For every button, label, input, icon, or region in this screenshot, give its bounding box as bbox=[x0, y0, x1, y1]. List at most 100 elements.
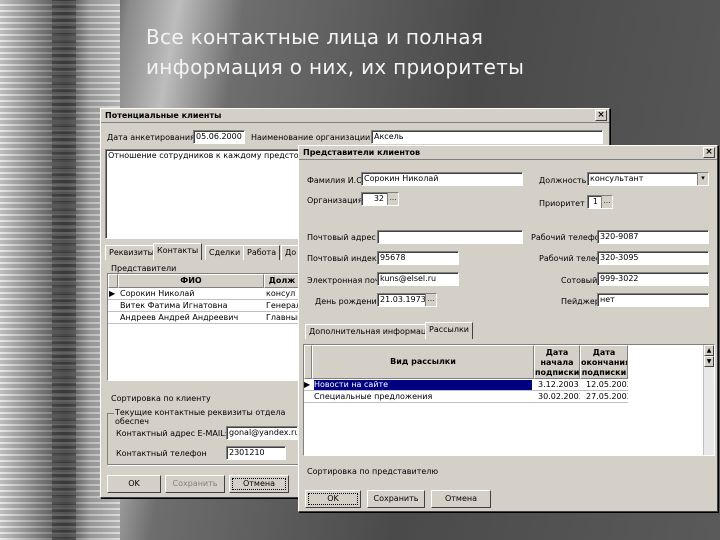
front-cancel-button[interactable]: Отмена bbox=[431, 490, 491, 508]
postal-address-label: Почтовый адрес bbox=[307, 233, 376, 242]
row-position: консул bbox=[266, 289, 296, 298]
birthday-value: 21.03.1973 bbox=[380, 295, 426, 304]
ellipsis-icon[interactable]: … bbox=[601, 196, 612, 208]
pager-field[interactable]: нет bbox=[597, 293, 709, 307]
close-icon[interactable]: × bbox=[703, 147, 715, 158]
birthday-field[interactable]: 21.03.1973… bbox=[377, 293, 437, 307]
representatives-titlebar: Представители клиентов × bbox=[299, 146, 717, 160]
back-ok-label: OK bbox=[128, 479, 140, 488]
column-header-end-date[interactable]: Дата окончания подписки bbox=[580, 345, 628, 379]
representatives-grid[interactable]: ФИО Долж ▶ Сорокин Николай консул Витек … bbox=[107, 273, 301, 381]
contact-requisites-group-title: Текущие контактные реквизиты отдела обес… bbox=[114, 408, 298, 426]
back-cancel-label: Отмена bbox=[242, 479, 276, 488]
column-header-start-date[interactable]: Дата начала подписки bbox=[534, 345, 580, 379]
tab-requisites[interactable]: Реквизиты bbox=[105, 245, 158, 260]
tab-additional-info[interactable]: Дополнительная информация bbox=[305, 324, 441, 339]
representatives-group-label: Представители bbox=[111, 264, 177, 273]
row-end-date: 12.05.2003 bbox=[586, 380, 628, 389]
contact-email-label: Контактный адрес E-MAIL: bbox=[116, 429, 228, 438]
sort-by-representative-label: Сортировка по представителю bbox=[307, 467, 439, 476]
mobile-field[interactable]: 999-3022 bbox=[597, 272, 709, 286]
org-name-field[interactable]: Аксель bbox=[371, 130, 603, 144]
window-title: Представители клиентов bbox=[303, 148, 421, 157]
birthday-label: День рождения bbox=[315, 297, 382, 306]
building-photo-shadow bbox=[52, 0, 76, 540]
potential-clients-titlebar: Потенциальные клиенты × bbox=[101, 109, 609, 123]
priority-label: Приоритет bbox=[539, 199, 585, 208]
postal-index-field[interactable]: 95678 bbox=[377, 251, 459, 265]
tab-deals[interactable]: Сделки bbox=[205, 245, 245, 260]
slide-title: Все контактные лица и полная информация … bbox=[146, 22, 524, 82]
row-mailing-type: Специальные предложения bbox=[314, 392, 433, 401]
slide-title-line1: Все контактные лица и полная bbox=[146, 25, 484, 49]
tab-mailings[interactable]: Рассылки bbox=[425, 322, 473, 339]
tab-contacts[interactable]: Контакты bbox=[153, 243, 203, 260]
scroll-up-icon[interactable]: ▲ bbox=[704, 345, 714, 356]
date-value: 05.06.2000 bbox=[196, 132, 242, 141]
table-row[interactable]: Витек Фатима Игнатовна Генерал bbox=[108, 300, 300, 312]
mailings-grid[interactable]: Вид рассылки Дата начала подписки Дата о… bbox=[303, 344, 715, 456]
contact-phone-value: 2301210 bbox=[229, 448, 265, 457]
contact-phone-field[interactable]: 2301210 bbox=[226, 446, 286, 460]
work-phone-field[interactable]: 320-9087 bbox=[597, 230, 709, 244]
ellipsis-icon[interactable]: … bbox=[387, 193, 398, 205]
slide-title-line2: информация о них, их приоритеты bbox=[146, 55, 525, 79]
back-ok-button[interactable]: OK bbox=[107, 475, 161, 493]
fio-field[interactable]: Сорокин Николай bbox=[361, 172, 523, 186]
contact-requisites-group: Текущие контактные реквизиты отдела обес… bbox=[107, 408, 299, 465]
table-row[interactable]: Специальные предложения 30.02.2003 27.05… bbox=[304, 391, 628, 403]
tab-more-label: До bbox=[285, 248, 297, 257]
grid-row-indicator-header bbox=[304, 345, 312, 379]
chevron-down-icon[interactable]: ▾ bbox=[697, 173, 708, 185]
table-row[interactable]: Андреев Андрей Андреевич Главный bbox=[108, 312, 300, 324]
back-save-button[interactable]: Сохранить bbox=[165, 475, 225, 493]
column-header-start-date-label: Дата начала подписки bbox=[535, 348, 580, 377]
grid-row-indicator-header bbox=[108, 274, 118, 288]
table-row[interactable]: ▶ Сорокин Николай консул bbox=[108, 288, 300, 300]
priority-value: 1 bbox=[592, 197, 598, 206]
contact-email-field[interactable]: gonal@yandex.ru bbox=[226, 426, 298, 440]
position-value: консультант bbox=[590, 174, 644, 183]
column-header-mailing-type[interactable]: Вид рассылки bbox=[312, 345, 534, 379]
sort-by-client-label: Сортировка по клиенту bbox=[111, 394, 211, 403]
organization-value: 32 bbox=[373, 194, 384, 203]
priority-field[interactable]: 1… bbox=[587, 195, 613, 209]
tab-additional-info-label: Дополнительная информация bbox=[309, 327, 437, 336]
front-save-button[interactable]: Сохранить bbox=[367, 490, 425, 508]
postal-index-value: 95678 bbox=[380, 253, 406, 262]
fio-value: Сорокин Николай bbox=[364, 174, 439, 183]
row-position: Главный bbox=[266, 313, 300, 322]
table-row[interactable]: ▶ Новости на сайте 3.12.2003 12.05.2003 bbox=[304, 379, 628, 391]
front-ok-label: OK bbox=[327, 494, 339, 503]
email-field[interactable]: kuns@elsel.ru bbox=[377, 272, 459, 286]
date-field[interactable]: 05.06.2000 bbox=[193, 130, 245, 144]
column-header-fio[interactable]: ФИО bbox=[118, 274, 264, 288]
row-fio: Андреев Андрей Андреевич bbox=[120, 313, 239, 322]
front-ok-button[interactable]: OK bbox=[305, 490, 361, 508]
ellipsis-icon[interactable]: … bbox=[425, 294, 436, 306]
row-start-date: 3.12.2003 bbox=[538, 380, 579, 389]
organization-label: Организация bbox=[307, 196, 363, 205]
contact-phone-label: Контактный телефон bbox=[116, 449, 207, 458]
front-cancel-label: Отмена bbox=[444, 494, 478, 503]
window-title: Потенциальные клиенты bbox=[105, 111, 222, 120]
postal-address-field[interactable] bbox=[377, 230, 523, 244]
column-header-position[interactable]: Долж bbox=[264, 274, 300, 288]
row-mailing-type: Новости на сайте bbox=[314, 380, 532, 390]
work-phone-label: Рабочий телефон bbox=[531, 233, 605, 242]
position-field[interactable]: консультант ▾ bbox=[587, 172, 709, 186]
postal-index-label: Почтовый индекс bbox=[307, 254, 382, 263]
position-label: Должность bbox=[539, 176, 587, 185]
row-pointer-icon: ▶ bbox=[304, 380, 311, 389]
mailings-scrollbar[interactable]: ▲ ▼ bbox=[703, 345, 714, 455]
tab-work[interactable]: Работа bbox=[243, 245, 281, 260]
org-name-label: Наименование организации bbox=[251, 133, 371, 142]
organization-field[interactable]: 32… bbox=[361, 192, 399, 206]
mobile-label: Сотовый bbox=[561, 276, 598, 285]
second-phone-field[interactable]: 320-3095 bbox=[597, 251, 709, 265]
back-save-label: Сохранить bbox=[172, 479, 218, 488]
close-icon[interactable]: × bbox=[595, 110, 607, 121]
back-cancel-button[interactable]: Отмена bbox=[229, 475, 289, 493]
work-phone-value: 320-9087 bbox=[600, 232, 639, 241]
scroll-down-icon[interactable]: ▼ bbox=[704, 356, 714, 367]
